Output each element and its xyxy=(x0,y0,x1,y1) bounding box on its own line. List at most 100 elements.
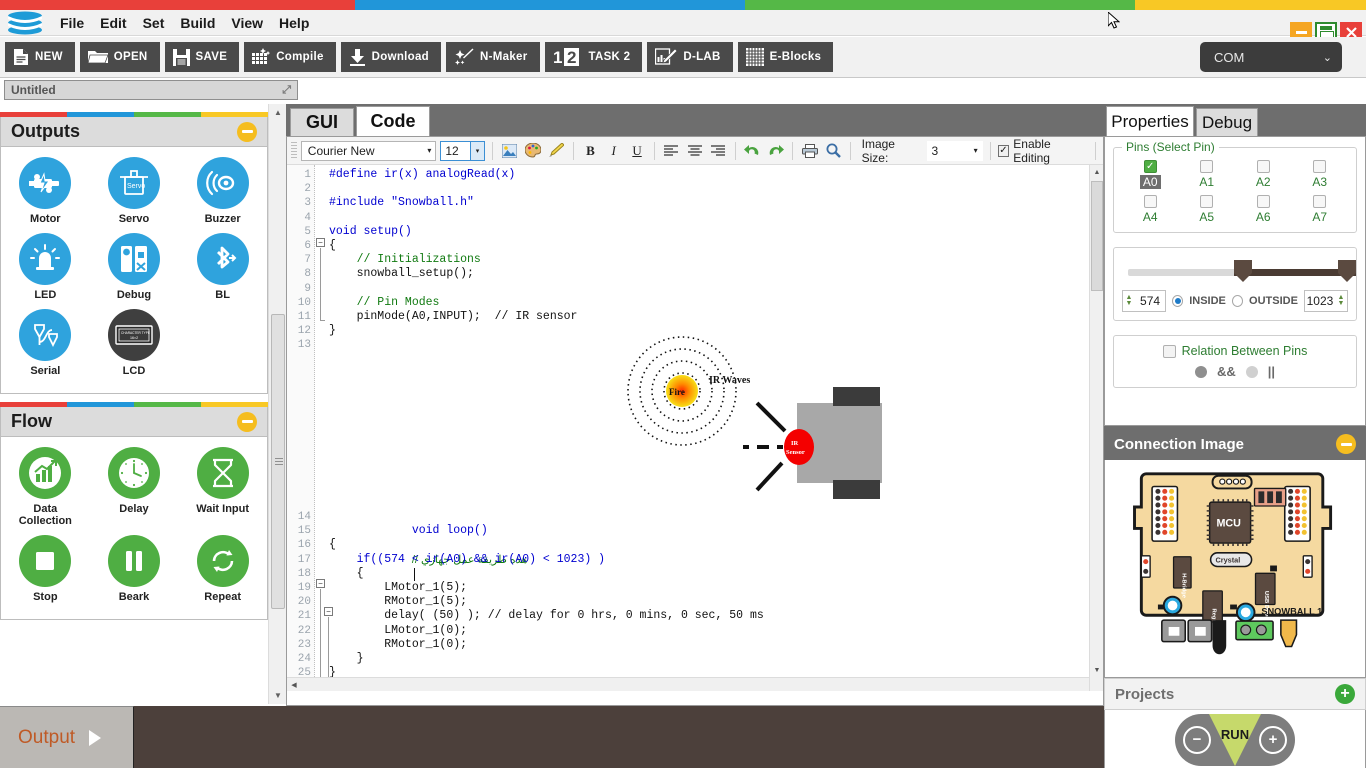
scroll-up-arrow-icon[interactable]: ▲ xyxy=(269,104,287,121)
min-value-spinner[interactable]: ▲ ▼ 574 xyxy=(1122,290,1167,312)
insert-image-icon[interactable] xyxy=(500,141,519,161)
palette-item-stop[interactable]: Stop xyxy=(1,535,90,603)
run-decrement-button[interactable]: − xyxy=(1183,725,1211,754)
align-left-icon[interactable] xyxy=(662,141,681,161)
range-slider[interactable] xyxy=(1124,260,1356,282)
pin-a6[interactable]: A6 xyxy=(1235,195,1292,224)
open-button[interactable]: OPEN xyxy=(79,42,160,72)
brush-icon[interactable] xyxy=(547,141,566,161)
run-button[interactable]: RUN − + xyxy=(1175,713,1295,766)
palette-item-wait-input[interactable]: Wait Input xyxy=(178,447,267,527)
n-maker-button[interactable]: N-Maker xyxy=(446,42,540,72)
pin-checkbox[interactable] xyxy=(1256,195,1270,208)
palette-icon[interactable] xyxy=(523,141,542,161)
e-blocks-button[interactable]: E-Blocks xyxy=(737,42,834,72)
palette-item-serial[interactable]: Serial xyxy=(1,309,90,377)
chevron-down-icon[interactable]: ▾ xyxy=(469,141,484,160)
palette-scroll-thumb[interactable] xyxy=(271,314,285,609)
spinner-arrows-icon[interactable]: ▲ ▼ xyxy=(1123,294,1135,307)
palette-item-debug[interactable]: Debug xyxy=(90,233,179,301)
menu-item-build[interactable]: Build xyxy=(172,11,223,35)
palette-item-bl[interactable]: BL xyxy=(178,233,267,301)
embedded-diagram-image[interactable]: Fire IR Waves IR Sensor xyxy=(617,325,907,510)
scroll-up-arrow-icon[interactable]: ▲ xyxy=(1090,165,1104,179)
undo-icon[interactable] xyxy=(743,141,762,161)
connection-image-header[interactable]: Connection Image xyxy=(1104,428,1366,460)
new-button[interactable]: NEW xyxy=(5,42,75,72)
slider-thumb-min[interactable] xyxy=(1234,260,1252,282)
minus-icon[interactable] xyxy=(1336,434,1356,454)
scroll-down-arrow-icon[interactable]: ▼ xyxy=(269,687,287,704)
play-triangle-icon[interactable] xyxy=(89,729,102,746)
palette-scrollbar[interactable]: ▲ ▼ xyxy=(268,104,287,704)
enable-editing-checkbox[interactable]: ✓ xyxy=(997,144,1010,157)
pin-checkbox[interactable] xyxy=(1143,195,1157,208)
palette-item-data-collection[interactable]: Data Collection xyxy=(1,447,90,527)
palette-item-repeat[interactable]: Repeat xyxy=(178,535,267,603)
pin-checkbox[interactable] xyxy=(1313,195,1327,208)
align-center-icon[interactable] xyxy=(685,141,704,161)
minus-icon[interactable] xyxy=(237,121,257,142)
max-value-spinner[interactable]: 1023 ▲ ▼ xyxy=(1303,290,1348,312)
scroll-left-arrow-icon[interactable]: ◀ xyxy=(287,678,301,691)
inside-radio[interactable] xyxy=(1172,295,1184,307)
compile-button[interactable]: Compile xyxy=(244,42,336,72)
palette-item-lcd[interactable]: CHARACTER TYPE 16×2 LCD xyxy=(90,309,179,377)
fold-toggle-loop[interactable]: − xyxy=(316,579,325,588)
flow-group-header[interactable]: Flow xyxy=(0,407,268,437)
code-text-area[interactable]: 1 2 3 4 5 6 7 8 9 10 11 12 13 14 15 16 1… xyxy=(287,165,1103,691)
run-increment-button[interactable]: + xyxy=(1259,725,1287,754)
fold-toggle-setup[interactable]: − xyxy=(316,238,325,247)
pin-a1[interactable]: A1 xyxy=(1179,160,1236,189)
save-button[interactable]: SAVE xyxy=(164,42,240,72)
font-size-select[interactable]: 12 ▾ xyxy=(440,140,485,161)
spinner-arrows-icon[interactable]: ▲ ▼ xyxy=(1335,294,1347,307)
pin-checkbox[interactable] xyxy=(1313,160,1327,173)
pin-a5[interactable]: A5 xyxy=(1179,195,1236,224)
d-lab-button[interactable]: D-LAB xyxy=(647,42,733,72)
tab-properties[interactable]: Properties xyxy=(1106,106,1194,136)
task-button[interactable]: 1 2 TASK 2 xyxy=(544,42,643,72)
editor-horizontal-scrollbar[interactable]: ◀ xyxy=(287,677,1091,691)
code-folding-column[interactable]: − − − xyxy=(315,165,333,691)
palette-item-led[interactable]: LED xyxy=(1,233,90,301)
resize-grip-icon[interactable]: ⤢ xyxy=(282,84,291,97)
menu-item-view[interactable]: View xyxy=(223,11,271,35)
bold-button[interactable]: B xyxy=(581,141,600,161)
tab-debug[interactable]: Debug xyxy=(1196,108,1258,136)
editor-scroll-thumb[interactable] xyxy=(1091,181,1103,291)
projects-header[interactable]: Projects + xyxy=(1104,678,1366,710)
com-port-select[interactable]: COM ⌄ xyxy=(1200,42,1342,72)
tab-code[interactable]: Code xyxy=(356,106,430,136)
pin-checkbox[interactable] xyxy=(1256,160,1270,173)
redo-icon[interactable] xyxy=(766,141,785,161)
palette-item-servo[interactable]: Servo Servo xyxy=(90,157,179,225)
relation-checkbox[interactable] xyxy=(1162,344,1176,358)
and-radio[interactable] xyxy=(1194,365,1207,378)
pin-a4[interactable]: A4 xyxy=(1122,195,1179,224)
menu-item-help[interactable]: Help xyxy=(271,11,317,35)
palette-item-beark[interactable]: Beark xyxy=(90,535,179,603)
toolbar-grip-icon[interactable] xyxy=(291,141,297,160)
minus-icon[interactable] xyxy=(237,411,257,432)
pin-checkbox[interactable]: ✓ xyxy=(1143,160,1157,173)
tab-gui[interactable]: GUI xyxy=(290,108,354,136)
slider-thumb-max[interactable] xyxy=(1338,260,1356,282)
align-right-icon[interactable] xyxy=(708,141,727,161)
underline-button[interactable]: U xyxy=(627,141,646,161)
plus-icon[interactable]: + xyxy=(1335,684,1355,704)
download-button[interactable]: Download xyxy=(340,42,442,72)
outside-radio[interactable] xyxy=(1231,295,1244,307)
pin-a3[interactable]: A3 xyxy=(1292,160,1349,189)
scroll-down-arrow-icon[interactable]: ▼ xyxy=(1090,663,1104,677)
editor-vertical-scrollbar[interactable]: ▲ ▼ xyxy=(1089,165,1103,691)
palette-item-motor[interactable]: Motor xyxy=(1,157,90,225)
font-family-select[interactable]: Courier New ▾ xyxy=(300,140,437,161)
print-icon[interactable] xyxy=(800,141,819,161)
or-radio[interactable] xyxy=(1245,365,1258,378)
document-tab[interactable]: Untitled ⤢ xyxy=(4,80,298,100)
pin-a0[interactable]: ✓ A0 xyxy=(1122,160,1179,189)
menu-item-set[interactable]: Set xyxy=(135,11,173,35)
output-panel-toggle[interactable]: Output xyxy=(0,706,134,768)
menu-item-file[interactable]: File xyxy=(52,11,92,35)
